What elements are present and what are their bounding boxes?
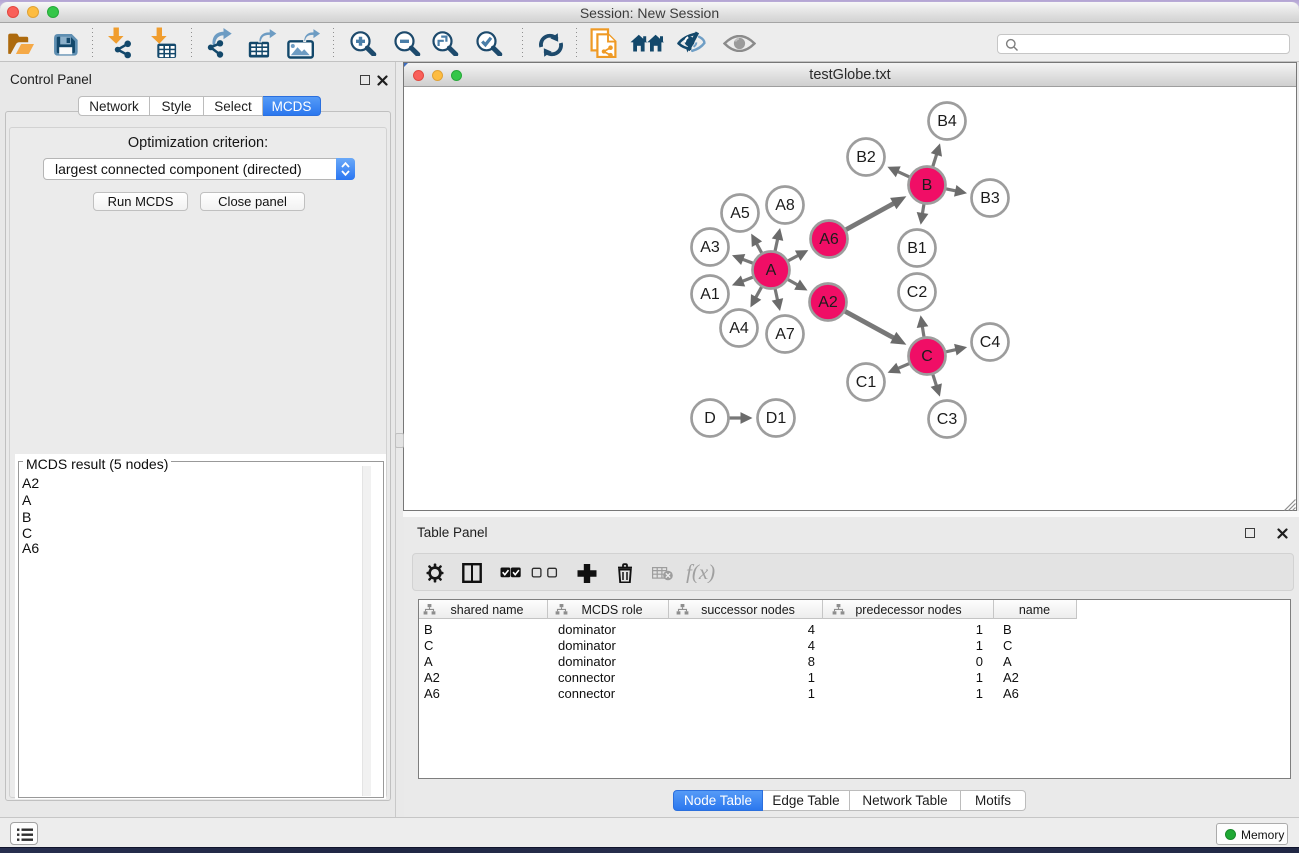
svg-text:A7: A7 bbox=[775, 326, 795, 343]
svg-text:C1: C1 bbox=[856, 374, 877, 391]
svg-text:f(x): f(x) bbox=[686, 563, 715, 583]
svg-text:A1: A1 bbox=[700, 286, 720, 303]
svg-text:C: C bbox=[921, 348, 933, 365]
svg-text:A6: A6 bbox=[819, 231, 839, 248]
svg-text:D1: D1 bbox=[766, 410, 787, 427]
svg-text:A8: A8 bbox=[775, 197, 795, 214]
svg-text:B4: B4 bbox=[937, 113, 957, 130]
svg-text:A5: A5 bbox=[730, 205, 750, 222]
svg-text:B1: B1 bbox=[907, 240, 927, 257]
svg-text:B2: B2 bbox=[856, 149, 876, 166]
svg-text:A: A bbox=[766, 262, 777, 279]
svg-text:A4: A4 bbox=[729, 320, 749, 337]
svg-text:A2: A2 bbox=[818, 294, 838, 311]
svg-text:C3: C3 bbox=[937, 411, 958, 428]
svg-text:D: D bbox=[704, 410, 716, 427]
svg-text:B: B bbox=[922, 177, 933, 194]
svg-text:C4: C4 bbox=[980, 334, 1001, 351]
svg-text:B3: B3 bbox=[980, 190, 1000, 207]
svg-text:C2: C2 bbox=[907, 284, 928, 301]
svg-text:A3: A3 bbox=[700, 239, 720, 256]
